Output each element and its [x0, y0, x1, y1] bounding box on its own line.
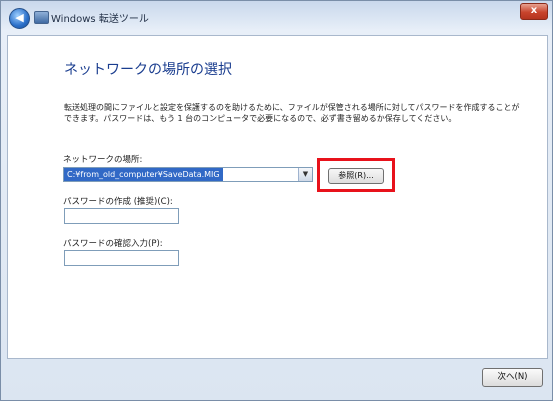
wizard-window: ◀ Windows 転送ツール x ネットワークの場所の選択 転送処理の間にファ…: [0, 0, 553, 401]
create-password-label: パスワードの作成 (推奨)(C):: [63, 197, 173, 207]
back-arrow-icon: ◀: [15, 11, 24, 24]
network-location-label: ネットワークの場所:: [63, 155, 143, 165]
browse-highlight-box: 参照(R)...: [317, 158, 395, 192]
transfer-tool-icon: [34, 11, 49, 24]
network-location-value: C:¥from_old_computer¥SaveData.MIG: [64, 168, 223, 181]
back-button[interactable]: ◀: [9, 8, 30, 29]
close-icon: x: [530, 5, 538, 16]
browse-button[interactable]: 参照(R)...: [328, 168, 384, 184]
content-panel: ネットワークの場所の選択 転送処理の間にファイルと設定を保護するのを助けるために…: [7, 35, 548, 359]
description-text: 転送処理の間にファイルと設定を保護するのを助けるために、ファイルが保管される場所…: [64, 103, 520, 123]
confirm-password-label: パスワードの確認入力(P):: [63, 239, 163, 249]
title-bar: ◀ Windows 転送ツール x: [1, 1, 552, 33]
create-password-field[interactable]: [64, 208, 179, 224]
page-title: ネットワークの場所の選択: [64, 62, 232, 78]
footer-bar: 次へ(N): [1, 358, 552, 400]
window-title: Windows 転送ツール: [51, 14, 149, 25]
network-location-combobox[interactable]: C:¥from_old_computer¥SaveData.MIG ▼: [63, 167, 313, 182]
close-button[interactable]: x: [520, 3, 548, 20]
dropdown-arrow-icon[interactable]: ▼: [298, 168, 312, 181]
confirm-password-field[interactable]: [64, 250, 179, 266]
next-button[interactable]: 次へ(N): [482, 368, 543, 387]
